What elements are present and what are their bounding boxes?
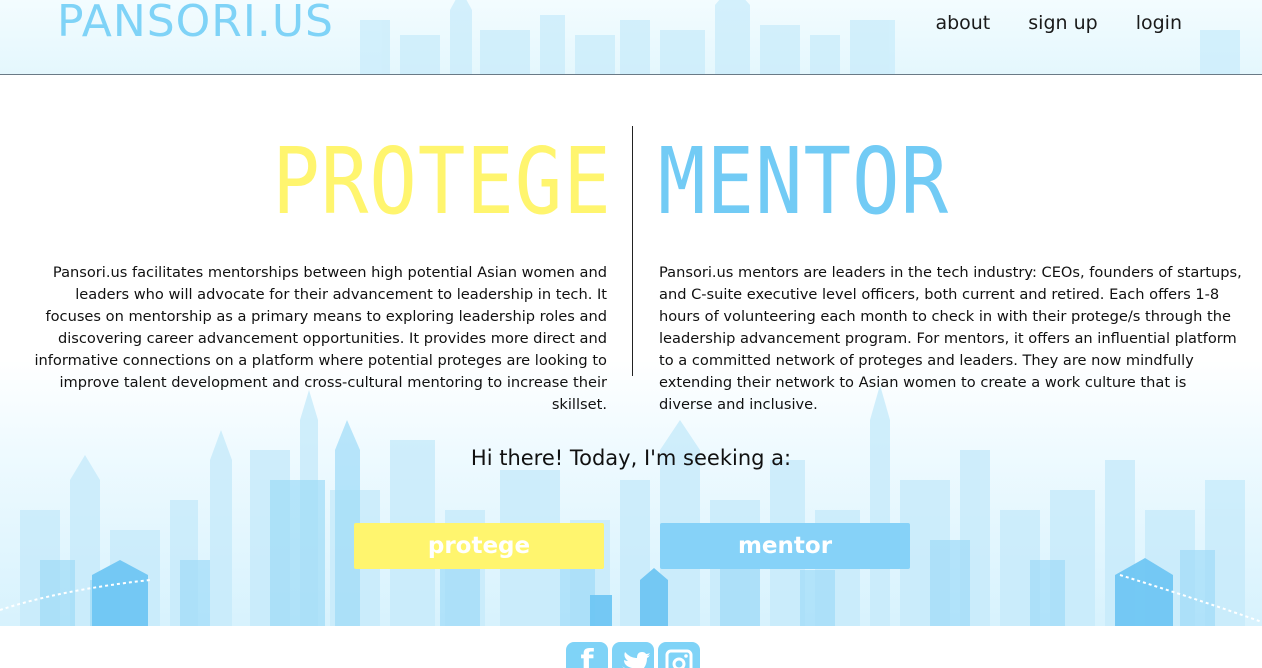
site-header: PANSORI.US about sign up login: [0, 0, 1262, 75]
facebook-icon[interactable]: f: [566, 642, 608, 668]
site-logo[interactable]: PANSORI.US: [57, 0, 334, 47]
mentor-heading: MENTOR: [658, 128, 949, 235]
mentor-description: Pansori.us mentors are leaders in the te…: [659, 264, 1242, 413]
protege-description: Pansori.us facilitates mentorships betwe…: [34, 264, 607, 413]
nav-about-link[interactable]: about: [935, 12, 990, 34]
twitter-icon[interactable]: [612, 642, 654, 668]
nav-login-link[interactable]: login: [1136, 12, 1182, 34]
landing-page: PANSORI.US about sign up login PROTEGE M…: [0, 0, 1262, 668]
site-footer: f: [0, 626, 1262, 668]
instagram-icon[interactable]: [658, 642, 700, 668]
mentor-button[interactable]: mentor: [660, 523, 910, 569]
column-divider: [632, 126, 633, 376]
protege-button[interactable]: protege: [354, 523, 604, 569]
protege-heading: PROTEGE: [272, 128, 612, 235]
seeking-prompt: Hi there! Today, I'm seeking a:: [470, 446, 792, 470]
main-nav: about sign up login: [935, 12, 1182, 34]
social-links: f: [566, 642, 700, 668]
nav-signup-link[interactable]: sign up: [1028, 12, 1097, 34]
